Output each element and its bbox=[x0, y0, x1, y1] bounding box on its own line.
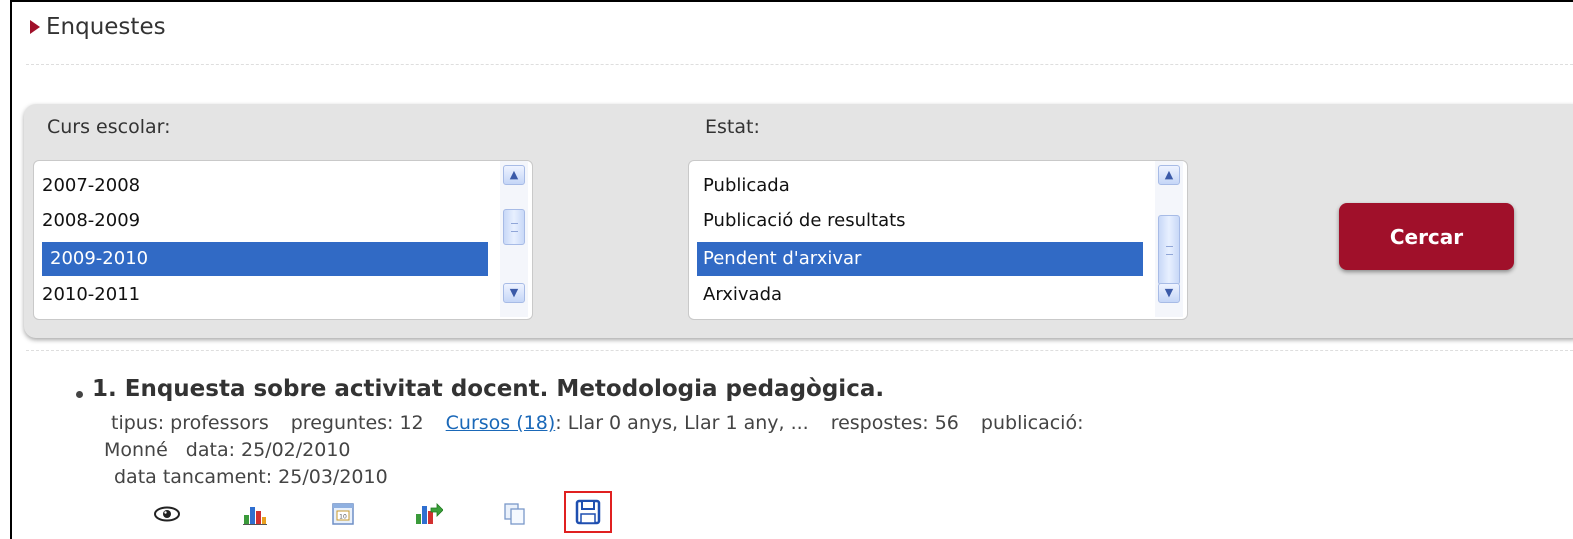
scroll-down-icon[interactable]: ▼ bbox=[1158, 283, 1180, 303]
type-value: professors bbox=[170, 412, 269, 434]
course-option-selected[interactable]: 2009-2010 bbox=[42, 242, 488, 276]
divider bbox=[26, 350, 1573, 351]
state-filter-label: Estat: bbox=[705, 116, 760, 138]
course-option[interactable]: 2007-2008 bbox=[34, 169, 488, 203]
save-icon[interactable] bbox=[564, 491, 612, 533]
publication-value: Monné bbox=[104, 439, 168, 461]
responses-value: 56 bbox=[934, 412, 959, 434]
scroll-down-icon[interactable]: ▼ bbox=[503, 283, 525, 303]
state-listbox[interactable]: Publicada Publicació de resultats Penden… bbox=[688, 160, 1188, 320]
scroll-thumb[interactable] bbox=[1158, 215, 1180, 285]
state-option[interactable]: Publicació de resultats bbox=[689, 204, 1143, 238]
course-filter-label: Curs escolar: bbox=[47, 116, 171, 138]
frame-border-top bbox=[10, 0, 1573, 2]
section-header: Enquestes bbox=[30, 12, 166, 42]
questions-value: 12 bbox=[399, 412, 424, 434]
triangle-bullet-icon bbox=[30, 20, 40, 34]
course-scrollbar[interactable]: ▲ ▼ bbox=[500, 161, 528, 317]
state-option[interactable]: Publicada bbox=[689, 169, 1143, 203]
survey-meta-line: tipus: professors preguntes: 12 Cursos (18):… bbox=[111, 412, 1089, 434]
eye-icon[interactable] bbox=[150, 495, 184, 533]
course-option[interactable]: 2010-2011 bbox=[34, 278, 488, 312]
course-option[interactable]: 2008-2009 bbox=[34, 204, 488, 238]
scroll-thumb[interactable] bbox=[503, 209, 525, 245]
survey-title: 1. Enquesta sobre activitat docent. Meto… bbox=[92, 376, 885, 402]
svg-text:10: 10 bbox=[339, 514, 347, 521]
close-date-label: data tancament: bbox=[114, 466, 273, 488]
close-date-value: 25/03/2010 bbox=[278, 466, 388, 488]
scroll-up-icon[interactable]: ▲ bbox=[503, 165, 525, 185]
publication-label: publicació: bbox=[980, 412, 1084, 434]
responses-label: respostes: bbox=[830, 412, 929, 434]
survey-meta-line: Monné data: 25/02/2010 bbox=[104, 439, 351, 461]
copy-icon[interactable] bbox=[498, 495, 532, 533]
courses-list: : Llar 0 anys, Llar 1 any, ... bbox=[555, 412, 809, 434]
questions-label: preguntes: bbox=[290, 412, 394, 434]
date-value: 25/02/2010 bbox=[241, 439, 351, 461]
list-bullet-icon bbox=[76, 391, 83, 398]
courses-link[interactable]: Cursos (18) bbox=[446, 412, 556, 434]
calendar-icon[interactable]: 10 bbox=[326, 495, 360, 533]
divider bbox=[26, 64, 1573, 65]
frame-border-left bbox=[10, 0, 12, 539]
search-button[interactable]: Cercar bbox=[1339, 203, 1514, 270]
type-label: tipus: bbox=[111, 412, 165, 434]
bar-chart-icon[interactable] bbox=[238, 495, 272, 533]
scroll-up-icon[interactable]: ▲ bbox=[1158, 165, 1180, 185]
survey-meta-line: data tancament: 25/03/2010 bbox=[114, 466, 388, 488]
state-option-selected[interactable]: Pendent d'arxivar bbox=[697, 242, 1143, 276]
state-option[interactable]: Arxivada bbox=[689, 278, 1143, 312]
chart-export-icon[interactable] bbox=[412, 495, 446, 533]
page-title: Enquestes bbox=[46, 14, 166, 40]
course-listbox[interactable]: 2007-2008 2008-2009 2009-2010 2010-2011 … bbox=[33, 160, 533, 320]
date-label: data: bbox=[185, 439, 235, 461]
state-scrollbar[interactable]: ▲ ▼ bbox=[1155, 161, 1183, 317]
